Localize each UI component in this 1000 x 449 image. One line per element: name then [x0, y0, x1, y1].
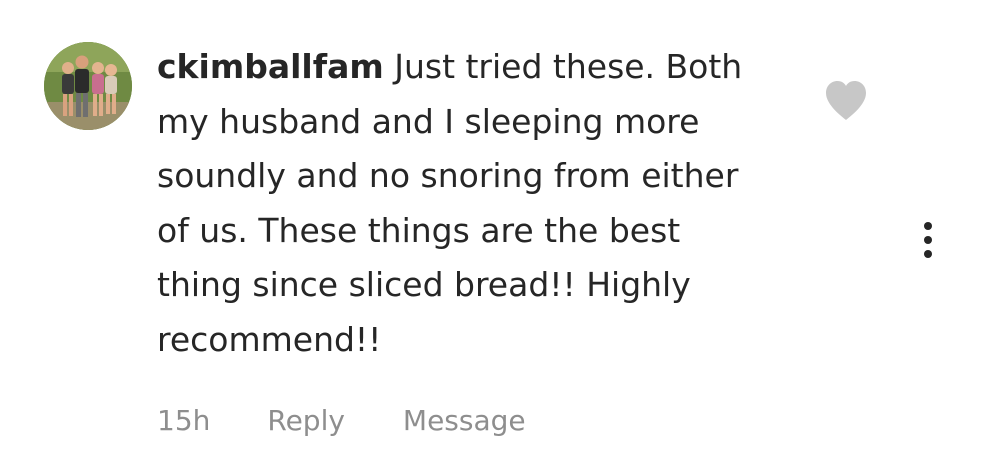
- comment-actions: 15h Reply Message: [157, 400, 526, 440]
- message-button[interactable]: Message: [403, 404, 526, 437]
- comment-item: ckimballfam Just tried these. Both my hu…: [0, 0, 1000, 449]
- more-options-button[interactable]: [910, 216, 946, 264]
- comment-body: ckimballfam Just tried these. Both my hu…: [157, 40, 797, 367]
- more-options-icon-dot: [924, 250, 932, 258]
- more-options-icon-dot: [924, 236, 932, 244]
- timestamp: 15h: [157, 403, 211, 437]
- username-link[interactable]: ckimballfam: [157, 47, 384, 86]
- avatar[interactable]: [44, 42, 132, 130]
- reply-button[interactable]: Reply: [267, 404, 345, 437]
- heart-icon: [826, 81, 866, 120]
- more-options-icon: [924, 222, 932, 230]
- like-button[interactable]: [822, 78, 870, 122]
- comment-text: Just tried these. Both my husband and I …: [157, 47, 743, 359]
